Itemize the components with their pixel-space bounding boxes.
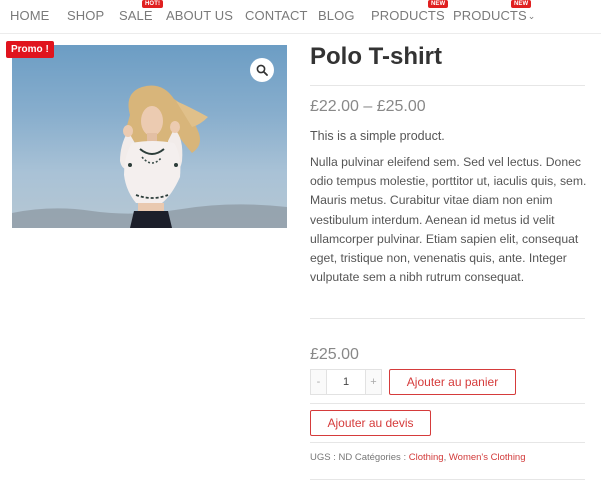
add-to-quote-button[interactable]: Ajouter au devis <box>310 410 431 436</box>
sku-categories-label: UGS : ND Catégories : <box>310 452 409 463</box>
hot-badge: HOT! <box>142 0 164 8</box>
nav-label: HOME <box>10 8 50 23</box>
divider <box>310 479 585 480</box>
nav-label: SALE <box>119 8 153 23</box>
nav-item-products[interactable]: PRODUCTS NEW <box>371 0 449 23</box>
magnifier-icon <box>256 64 268 76</box>
quantity-input[interactable] <box>327 370 365 394</box>
nav-item-sale[interactable]: SALE HOT! <box>119 0 164 23</box>
nav-label: CONTACT <box>245 8 308 23</box>
nav-item-products-dropdown[interactable]: PRODUCTS⌄ NEW <box>453 0 536 23</box>
main-navigation: HOME SHOP SALE HOT! ABOUT US CONTACT BLO… <box>0 0 601 34</box>
divider <box>310 318 585 319</box>
nav-item-contact[interactable]: CONTACT <box>245 8 308 23</box>
product-description: Nulla pulvinar eleifend sem. Sed vel lec… <box>310 155 587 285</box>
divider <box>310 442 585 443</box>
product-meta: UGS : ND Catégories : Clothing, Women's … <box>310 452 526 463</box>
nav-label: BLOG <box>318 8 355 23</box>
new-badge: NEW <box>428 0 449 8</box>
short-description: This is a simple product. <box>310 129 445 143</box>
nav-item-home[interactable]: HOME <box>10 8 49 23</box>
quantity-increase-button[interactable]: + <box>365 370 381 394</box>
product-image[interactable] <box>12 45 287 228</box>
new-badge: NEW <box>511 0 532 8</box>
nav-label: PRODUCTS <box>371 8 445 23</box>
chevron-down-icon: ⌄ <box>527 11 536 21</box>
promo-badge: Promo ! <box>6 41 54 58</box>
quantity-stepper: - + <box>310 369 382 395</box>
variation-price: £25.00 <box>310 346 359 363</box>
product-photo <box>12 85 287 228</box>
nav-label: PRODUCTS <box>453 8 527 23</box>
nav-item-about-us[interactable]: ABOUT US <box>166 8 233 23</box>
nav-label: ABOUT US <box>166 8 234 23</box>
quantity-decrease-button[interactable]: - <box>311 370 327 394</box>
category-link-womens-clothing[interactable]: Women's Clothing <box>449 452 526 463</box>
nav-item-shop[interactable]: SHOP <box>67 8 104 23</box>
price-range: £22.00 – £25.00 <box>310 98 426 115</box>
divider <box>310 85 585 86</box>
nav-label: SHOP <box>67 8 105 23</box>
nav-item-blog[interactable]: BLOG <box>318 8 355 23</box>
category-link-clothing[interactable]: Clothing <box>409 452 444 463</box>
divider <box>310 403 585 404</box>
add-to-cart-button[interactable]: Ajouter au panier <box>389 369 516 395</box>
product-title: Polo T-shirt <box>310 43 442 70</box>
zoom-button[interactable] <box>250 58 274 82</box>
